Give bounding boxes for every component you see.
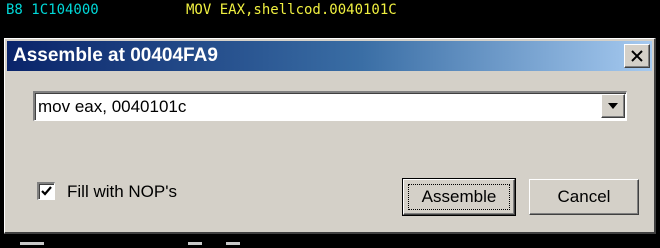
cancel-button[interactable]: Cancel (529, 179, 639, 215)
dialog-titlebar[interactable]: Assemble at 00404FA9 (7, 41, 652, 71)
fill-nops-label: Fill with NOP's (67, 182, 177, 201)
dialog-title: Assemble at 00404FA9 (13, 45, 218, 66)
disassembly-bytes: B8 1C104000 (6, 2, 99, 18)
combobox-dropdown-button[interactable] (601, 94, 625, 118)
close-button[interactable] (624, 44, 650, 68)
disassembly-next-line (0, 236, 660, 248)
fill-nops-checkbox[interactable] (37, 182, 55, 200)
disassembly-instruction: MOV EAX,shellcod.0040101C (186, 2, 397, 18)
instruction-input[interactable] (38, 93, 593, 120)
cancel-button-label: Cancel (557, 187, 611, 206)
assemble-button-label: Assemble (421, 187, 497, 206)
assemble-button[interactable]: Assemble (402, 178, 516, 216)
assemble-dialog: Assemble at 00404FA9 Fill with NOP's Ass… (4, 38, 656, 234)
disassembly-line: B8 1C104000 MOV EAX,shellcod.0040101C (0, 0, 660, 20)
close-icon (631, 50, 643, 62)
checkmark-icon (41, 186, 52, 196)
disasm-fragment (226, 242, 240, 245)
disasm-fragment (20, 242, 44, 245)
chevron-down-icon (608, 103, 618, 109)
instruction-combobox[interactable] (33, 91, 627, 121)
disasm-fragment (188, 242, 202, 245)
